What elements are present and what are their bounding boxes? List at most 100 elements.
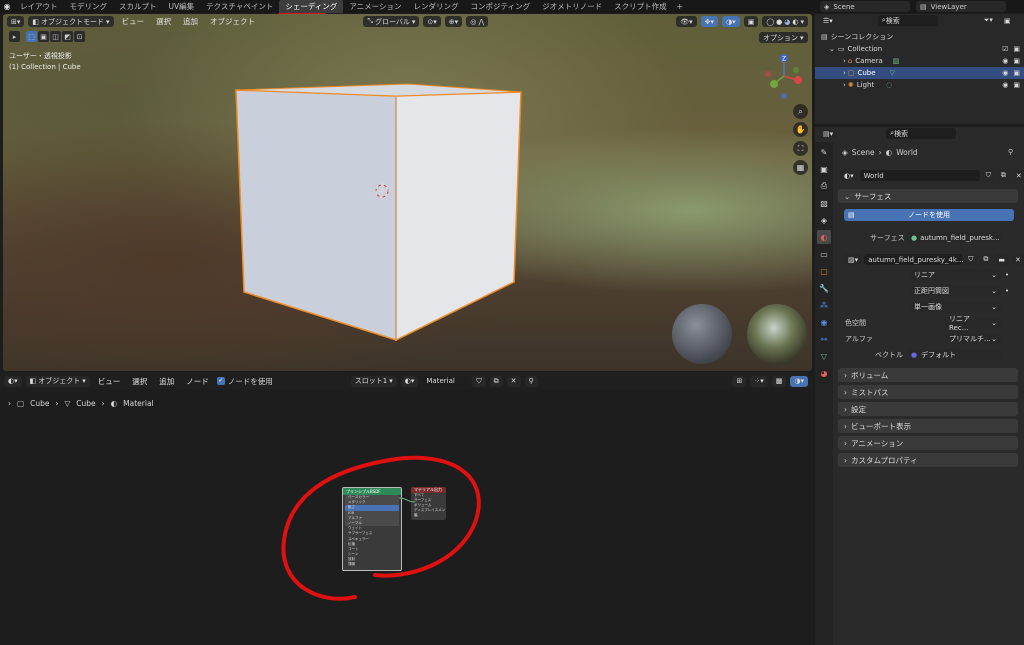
workspace-tab[interactable]: モデリング [64,0,114,13]
duplicate-material-icon[interactable]: ⧉ [489,375,503,387]
scene-tab-icon[interactable]: ◈ [817,213,831,227]
image-name-field[interactable]: autumn_field_puresky_4k... [864,254,964,265]
fake-user-icon[interactable]: ⛉ [981,170,995,181]
use-nodes-button[interactable]: ▤ ノードを使用 [844,209,1014,221]
workspace-tab[interactable]: スクリプト作成 [608,0,673,13]
workspace-tab[interactable]: UV編集 [163,0,201,13]
camera-view-icon[interactable]: ⛶ [793,141,808,156]
keyframe-dot-icon[interactable]: • [1005,287,1009,295]
unlink-icon[interactable]: ✕ [1011,254,1024,265]
tool-tab-icon[interactable]: ✎ [817,145,831,159]
workspace-tab[interactable]: コンポジティング [465,0,537,13]
workspace-tab[interactable]: レンダリング [408,0,465,13]
outliner-item-cube[interactable]: › ▢ Cube ▽ ◉ ▣ [815,67,1024,79]
filter-icon[interactable]: ⏷▾ [979,15,997,26]
outliner-item-camera[interactable]: › ⌂ Camera ▨ ◉ ▣ [815,55,1024,67]
panel-header[interactable]: › ミストパス [838,385,1018,399]
world-browse-button[interactable]: ◐▾ [840,170,858,181]
panel-header[interactable]: › カスタムプロパティ [838,453,1018,467]
data-tab-icon[interactable]: ▽ [817,349,831,363]
outliner-editor-type[interactable]: ☰▾ [819,15,837,26]
vector-field[interactable]: ● デフォルト [907,349,1001,360]
keyframe-dot-icon[interactable]: • [1005,271,1009,279]
pin-icon[interactable]: ⚲ [524,375,538,387]
workspace-tab[interactable]: ジオメトリノード [536,0,608,13]
3d-viewport[interactable]: ⊞▾ ◧ オブジェクトモード ▾ ビュー 選択 追加 オブジェクト ⤡ グローバル ▾ … [3,14,812,371]
fake-user-icon[interactable]: ⛉ [964,254,978,265]
checkbox-icon[interactable]: ☑ [1002,45,1008,53]
outliner-search-field[interactable]: ⌕ 検索 [877,15,938,26]
node-menu-select[interactable]: 選択 [128,376,151,387]
node-snap-mode[interactable]: ⁘▾ [750,375,768,387]
render-icon[interactable]: ▣ [1013,69,1020,77]
panel-header[interactable]: › アニメーション [838,436,1018,450]
interpolation-dropdown[interactable]: リニア ⌄ [910,269,1001,280]
fake-user-icon[interactable]: ⛉ [472,375,486,387]
scene-selector[interactable]: ◈ Scene [820,1,910,12]
panel-header[interactable]: › ボリューム [838,368,1018,382]
pan-hand-icon[interactable]: ✋ [793,122,808,137]
node-overlay-toggle[interactable]: ◑▾ [790,375,808,387]
workspace-tab[interactable]: テクスチャペイント [200,0,279,13]
scene-collection-row[interactable]: ▤ シーンコレクション [815,31,1024,43]
duplicate-icon[interactable]: ⧉ [979,254,993,265]
image-browse-button[interactable]: ▨▾ [844,254,863,265]
workspace-tab[interactable]: シェーディング [279,0,344,13]
open-folder-icon[interactable]: ▬ [994,254,1010,265]
pin-icon[interactable]: ⚲ [1008,148,1013,156]
expand-arrow-icon[interactable]: › [843,69,846,77]
collection-row[interactable]: ⌄ ▭ Collection ☑ ▣ [815,43,1024,55]
material-tab-icon[interactable]: ◕ [817,366,831,380]
output-tab-icon[interactable]: ⎙ [817,179,831,193]
object-tab-icon[interactable]: ▢ [817,264,831,278]
workspace-tab[interactable]: アニメーション [343,0,407,13]
properties-editor-type[interactable]: ▤▾ [819,128,838,139]
render-icon[interactable]: ▣ [1013,57,1020,65]
material-slot-selector[interactable]: スロット1 ▾ [350,375,397,387]
unlink-icon[interactable]: ✕ [1011,170,1024,181]
constraints-tab-icon[interactable]: ⚯ [817,332,831,346]
material-name-field[interactable]: Material [422,375,469,387]
material-browse-button[interactable]: ◐▾ [400,375,419,387]
node-menu-node[interactable]: ノード [182,376,213,387]
panel-header[interactable]: › ビューポート表示 [838,419,1018,433]
physics-tab-icon[interactable]: ◉ [817,315,831,329]
view-layer-selector[interactable]: ▤ ViewLayer [916,1,1006,12]
camera-small-icon[interactable]: ▣ [1013,45,1020,53]
collection-tab-icon[interactable]: ▭ [817,247,831,261]
particles-tab-icon[interactable]: ⁂ [817,298,831,312]
alpha-dropdown[interactable]: プリマルチ... ⌄ [945,333,1001,344]
unlink-material-icon[interactable]: ✕ [506,375,521,387]
use-nodes-toggle[interactable]: ✓ ノードを使用 [216,376,273,387]
panel-header[interactable]: › 設定 [838,402,1018,416]
node-preview-icon[interactable]: ▩ [771,375,787,387]
zoom-icon[interactable]: ⌕ [793,104,808,119]
workspace-tab[interactable]: レイアウト [14,0,64,13]
surface-panel-header[interactable]: ⌄ サーフェス [838,189,1018,203]
new-collection-icon[interactable]: ▣ [999,15,1015,26]
surface-shader-field[interactable]: ● autumn_field_puresk... [907,232,1001,243]
render-icon[interactable]: ▣ [1013,81,1020,89]
modifier-tab-icon[interactable]: 🔧 [817,281,831,295]
perspective-grid-icon[interactable]: ▦ [793,160,808,175]
workspace-tab[interactable]: スカルプト [113,0,163,13]
node-snap-icon[interactable]: ⊞ [732,375,747,387]
expand-arrow-icon[interactable]: › [843,57,846,65]
add-workspace-button[interactable]: + [673,2,687,11]
view-layer-tab-icon[interactable]: ▧ [817,196,831,210]
node-menu-add[interactable]: 追加 [155,376,178,387]
checkbox-checked-icon[interactable]: ✓ [216,377,225,385]
collapse-arrow-icon[interactable]: ⌄ [829,45,835,53]
duplicate-icon[interactable]: ⧉ [996,170,1010,181]
node-menu-view[interactable]: ビュー [94,376,125,387]
image-source-dropdown[interactable]: 単一画像 ⌄ [910,301,1001,312]
color-space-dropdown[interactable]: リニア Rec... ⌄ [945,315,1001,332]
node-editor-type-button[interactable]: ◐▾ [4,375,22,387]
outliner-item-light[interactable]: › ✺ Light ◌ ◉ ▣ [815,79,1024,91]
node-object-selector[interactable]: ◧ オブジェクト ▾ [25,375,90,387]
projection-dropdown[interactable]: 正距円筒図 ⌄ [910,285,1001,296]
eye-icon[interactable]: ◉ [1002,69,1008,77]
cube-object[interactable]: Z [3,14,812,371]
eye-icon[interactable]: ◉ [1002,81,1008,89]
world-tab-icon[interactable]: ◐ [817,230,831,244]
